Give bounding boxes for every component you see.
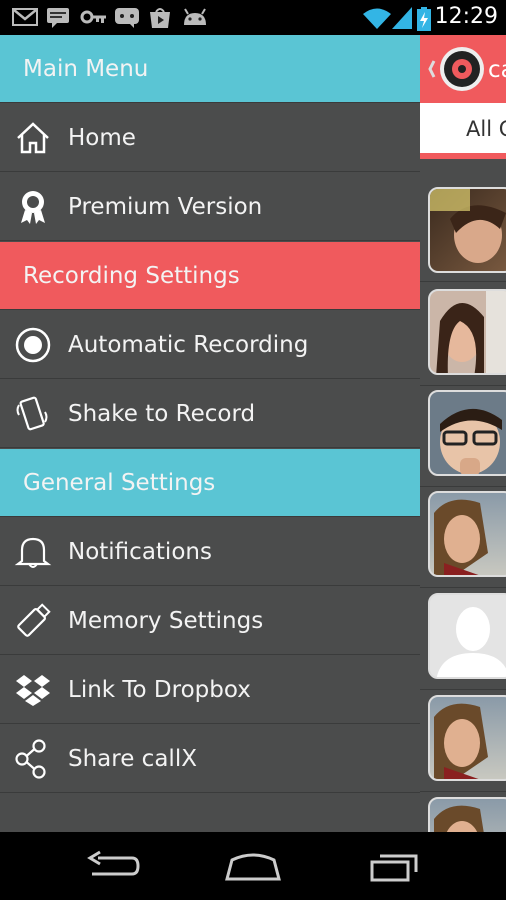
shake-phone-icon xyxy=(0,395,66,433)
menu-item-share[interactable]: Share callX xyxy=(0,725,420,793)
general-settings-label: General Settings xyxy=(23,469,216,496)
contact-avatar[interactable] xyxy=(428,797,506,832)
dropbox-icon xyxy=(0,673,66,707)
menu-item-label: Notifications xyxy=(68,538,212,565)
system-navigation-bar xyxy=(0,832,506,900)
menu-item-automatic-recording[interactable]: Automatic Recording xyxy=(0,311,420,379)
menu-item-memory-settings[interactable]: Memory Settings xyxy=(0,587,420,655)
battery-charging-icon xyxy=(417,7,431,31)
list-divider xyxy=(420,281,506,282)
home-icon[interactable] xyxy=(224,850,282,882)
android-icon xyxy=(184,8,206,25)
menu-item-label: Automatic Recording xyxy=(68,331,309,358)
gmail-icon xyxy=(12,8,38,26)
list-divider xyxy=(420,791,506,792)
signal-icon xyxy=(392,7,412,29)
contact-avatar-placeholder[interactable] xyxy=(428,593,506,679)
usb-stick-icon xyxy=(0,602,66,640)
award-ribbon-icon xyxy=(0,189,66,225)
contact-avatar[interactable] xyxy=(428,695,506,781)
status-bar: 12:29 xyxy=(0,0,506,35)
general-settings-header: General Settings xyxy=(0,449,420,517)
navigation-drawer: Main Menu Home Premium Version Recording… xyxy=(0,35,420,832)
app-title: ca xyxy=(488,57,506,83)
menu-item-notifications[interactable]: Notifications xyxy=(0,518,420,586)
recording-settings-header: Recording Settings xyxy=(0,242,420,310)
recent-apps-icon[interactable] xyxy=(368,850,422,882)
tab-bar: All C xyxy=(420,103,506,153)
menu-item-dropbox[interactable]: Link To Dropbox xyxy=(0,656,420,724)
main-menu-header: Main Menu xyxy=(0,35,420,103)
menu-item-premium[interactable]: Premium Version xyxy=(0,173,420,241)
bell-icon xyxy=(0,533,66,571)
contact-avatar[interactable] xyxy=(428,289,506,375)
contact-avatar[interactable] xyxy=(428,390,506,476)
list-divider xyxy=(420,689,506,690)
contact-avatar[interactable] xyxy=(428,491,506,577)
menu-item-label: Memory Settings xyxy=(68,607,264,634)
play-store-icon xyxy=(150,8,170,28)
menu-item-home[interactable]: Home xyxy=(0,104,420,172)
key-icon xyxy=(80,10,106,24)
clock: 12:29 xyxy=(434,4,498,29)
menu-item-label: Premium Version xyxy=(68,193,263,220)
menu-item-label: Link To Dropbox xyxy=(68,676,251,703)
main-menu-label: Main Menu xyxy=(23,55,149,82)
list-divider xyxy=(420,587,506,588)
back-icon[interactable] xyxy=(84,850,140,882)
menu-item-label: Shake to Record xyxy=(68,400,256,427)
main-content-peek[interactable]: ca All C xyxy=(420,35,506,832)
app-logo-icon[interactable] xyxy=(426,45,486,93)
record-icon xyxy=(0,326,66,364)
list-divider xyxy=(420,385,506,386)
tab-indicator xyxy=(420,153,506,159)
tab-all-calls[interactable]: All C xyxy=(466,117,506,141)
action-bar: ca xyxy=(420,35,506,103)
messenger-icon xyxy=(115,8,139,28)
chat-icon xyxy=(47,8,69,28)
home-icon xyxy=(0,121,66,155)
list-divider xyxy=(420,486,506,487)
menu-item-label: Share callX xyxy=(68,745,197,772)
wifi-icon xyxy=(363,8,391,29)
menu-item-label: Home xyxy=(68,124,136,151)
recording-settings-label: Recording Settings xyxy=(23,262,240,289)
menu-item-shake-to-record[interactable]: Shake to Record xyxy=(0,380,420,448)
share-icon xyxy=(0,738,66,779)
contact-avatar[interactable] xyxy=(428,187,506,273)
